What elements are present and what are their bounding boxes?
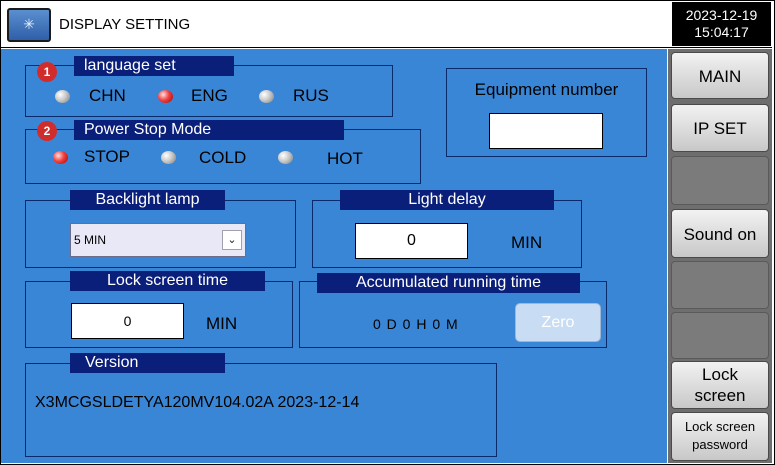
- language-rus-label: RUS: [293, 86, 329, 105]
- lock-screen-button[interactable]: Lock screen: [671, 361, 769, 409]
- lock-password-label-line2: password: [692, 437, 748, 452]
- radio-led-icon: [55, 90, 70, 103]
- running-time-value: 0 D 0 H 0 M: [373, 316, 459, 332]
- date-text: 2023-12-19: [685, 7, 758, 23]
- zero-button[interactable]: Zero: [515, 303, 601, 342]
- power-stop-header: Power Stop Mode: [74, 120, 344, 140]
- backlight-selected-value: 5 MIN: [74, 233, 107, 247]
- lock-time-input[interactable]: 0: [71, 303, 184, 339]
- empty-button-1: [671, 156, 769, 205]
- radio-led-icon: [158, 90, 173, 103]
- lock-password-button[interactable]: Lock screen password: [671, 412, 769, 461]
- backlight-select[interactable]: 5 MIN ⌄: [70, 223, 246, 257]
- language-eng-label: ENG: [191, 86, 228, 105]
- empty-button-2: [671, 261, 769, 309]
- lock-screen-label-line2: screen: [694, 386, 746, 405]
- power-cold-label: COLD: [199, 148, 247, 167]
- snowflake-icon: ✳: [7, 8, 51, 42]
- lock-time-unit: MIN: [206, 314, 238, 333]
- light-delay-input[interactable]: 0: [355, 223, 468, 259]
- light-delay-unit: MIN: [511, 233, 543, 252]
- running-time-header: Accumulated running time: [317, 273, 580, 293]
- language-header: language set: [74, 56, 234, 76]
- title-bar: ✳ DISPLAY SETTING 2023-12-19 15:04:17: [1, 1, 772, 48]
- step-badge-2: 2: [37, 121, 57, 141]
- radio-led-icon: [259, 90, 274, 103]
- page-title: DISPLAY SETTING: [59, 16, 191, 33]
- sidebar: MAIN IP SET Sound on Lock screen Lock sc…: [668, 49, 772, 463]
- power-stop-label: STOP: [84, 147, 130, 166]
- ip-set-button[interactable]: IP SET: [671, 104, 769, 152]
- radio-led-icon: [278, 151, 293, 164]
- lock-time-header: Lock screen time: [70, 271, 265, 291]
- language-chn-label: CHN: [89, 86, 126, 105]
- chevron-down-icon: ⌄: [222, 230, 242, 250]
- lock-screen-label-line1: Lock: [702, 365, 738, 384]
- step-badge-1: 1: [37, 62, 57, 82]
- light-delay-header: Light delay: [340, 190, 554, 210]
- version-text: X3MCGSLDETYA120MV104.02A 2023-12-14: [35, 394, 360, 411]
- radio-led-icon: [53, 151, 68, 164]
- clock-display: 2023-12-19 15:04:17: [672, 2, 771, 46]
- power-hot-label: HOT: [327, 149, 363, 168]
- equipment-label: Equipment number: [474, 80, 619, 99]
- radio-led-icon: [161, 151, 176, 164]
- sound-button[interactable]: Sound on: [671, 209, 769, 258]
- lock-password-label-line1: Lock screen: [684, 419, 756, 434]
- equipment-number-input[interactable]: [489, 113, 603, 149]
- main-button[interactable]: MAIN: [671, 52, 769, 99]
- time-text: 15:04:17: [694, 24, 749, 40]
- backlight-header: Backlight lamp: [70, 190, 225, 210]
- version-header: Version: [70, 353, 225, 373]
- empty-button-3: [671, 312, 769, 359]
- settings-panel: language set 1 CHN ENG RUS Equipment num…: [1, 49, 667, 463]
